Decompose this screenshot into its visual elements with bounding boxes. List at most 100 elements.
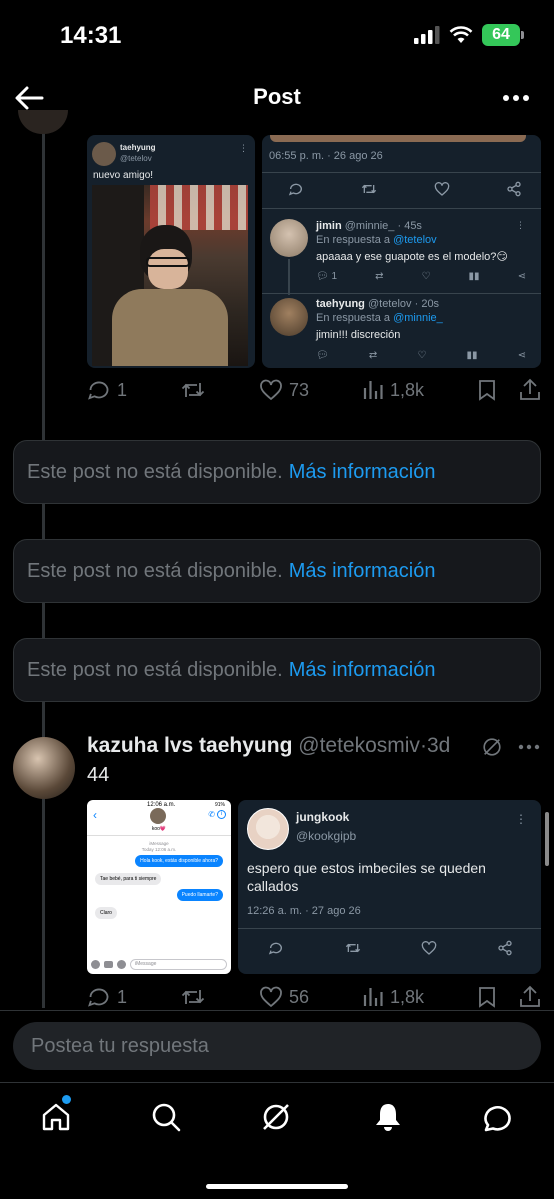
reply-icon[interactable]	[268, 940, 284, 956]
post-text: 44	[87, 764, 110, 786]
unavailable-text: Este post no está disponible.	[27, 658, 283, 681]
post-time: 3d	[426, 734, 451, 757]
imessage-label: iMessage	[149, 841, 169, 846]
more-info-link[interactable]: Más información	[289, 461, 436, 484]
camera-icon	[104, 960, 113, 968]
share-icon[interactable]: ⋖	[518, 350, 526, 361]
bookmark-button[interactable]	[477, 985, 541, 1009]
contact-avatar	[150, 808, 166, 824]
share-icon[interactable]	[519, 378, 541, 402]
notifications-icon[interactable]	[372, 1101, 404, 1133]
reply-mention-link[interactable]: @tetelov	[393, 234, 437, 246]
like-button[interactable]: 56	[259, 985, 309, 1009]
unavailable-text: Este post no está disponible.	[27, 460, 283, 483]
unavailable-post: Este post no está disponible. Más informa…	[13, 638, 541, 702]
appstore-icon	[117, 959, 126, 969]
quoted-post[interactable]: jungkook @kookgipb ⋮ espero que estos im…	[238, 800, 541, 974]
more-options-icon[interactable]	[502, 86, 530, 110]
reply-icon[interactable]	[288, 181, 304, 197]
retweet-button[interactable]	[180, 985, 206, 1009]
like-icon[interactable]: ♡	[422, 271, 431, 282]
retweet-icon[interactable]	[360, 181, 378, 197]
post-actions: 1 56 1,8k	[87, 985, 541, 1009]
quoted-post-image[interactable]: taehyung @tetelov ⋮ nuevo amigo!	[87, 135, 255, 368]
in-reply-prefix: En respuesta a	[316, 234, 390, 246]
author-handle: @tetekosmiv	[298, 734, 420, 757]
more-options-icon[interactable]	[518, 742, 540, 752]
home-icon[interactable]	[40, 1101, 72, 1133]
message-bubble-received: Claro	[95, 907, 117, 919]
back-chevron-icon: ‹	[93, 808, 97, 822]
message-bubble-sent: Puedo llamarte?	[176, 889, 223, 901]
battery-indicator: 64	[482, 24, 524, 46]
more-options-icon[interactable]: ⋮	[515, 812, 527, 826]
more-options-icon[interactable]: ⋮	[516, 220, 525, 231]
reply-thread-line	[288, 259, 290, 295]
reply-handle-time: @minnie_ · 45s	[344, 220, 422, 232]
reply-button[interactable]: 1	[87, 378, 127, 402]
views-icon[interactable]: ▮▮	[469, 271, 480, 282]
imessage-status-time: 12:06 a.m.	[147, 802, 176, 808]
retweet-icon	[181, 383, 205, 397]
more-info-link[interactable]: Más información	[289, 560, 436, 583]
avatar	[92, 142, 116, 166]
share-icon[interactable]	[519, 985, 541, 1009]
photo-strip	[270, 135, 526, 142]
views-icon[interactable]: ▮▮	[466, 350, 477, 361]
share-icon[interactable]	[506, 181, 522, 197]
page-title: Post	[253, 84, 301, 109]
divider	[262, 293, 541, 294]
more-info-link[interactable]: Más información	[289, 659, 436, 682]
grok-icon[interactable]	[481, 736, 503, 758]
scrollbar[interactable]	[545, 812, 549, 866]
messages-icon[interactable]	[482, 1101, 514, 1133]
like-icon[interactable]	[434, 181, 450, 197]
author-name[interactable]: kazuha lvs taehyung	[87, 734, 292, 757]
quoted-post-screenshot[interactable]: 06:55 p. m. · 26 ago 26 jimin @minnie_ ·…	[262, 135, 541, 368]
divider	[262, 172, 541, 173]
unavailable-text: Este post no está disponible.	[27, 559, 283, 582]
like-icon[interactable]: ♡	[417, 350, 426, 361]
reply-input[interactable]: Postea tu respuesta	[13, 1022, 541, 1070]
wifi-icon	[449, 26, 473, 43]
reply-icon[interactable]: 💬︎	[316, 350, 329, 361]
reply-button[interactable]: 1	[87, 985, 127, 1009]
retweet-icon[interactable]	[344, 940, 362, 956]
share-icon[interactable]: ⋖	[518, 271, 526, 282]
quote-timestamp: 12:26 a. m. · 27 ago 26	[247, 905, 361, 917]
avatar[interactable]	[13, 737, 75, 799]
imessage-screenshot[interactable]: 12:06 a.m. 91% ‹ koo💗 ✆ i iMessage Today…	[87, 800, 231, 974]
reply-icon[interactable]: 💬︎ 1	[316, 271, 337, 282]
retweet-button[interactable]	[180, 378, 206, 402]
grok-icon[interactable]	[260, 1101, 292, 1133]
author-handle: @kookgipb	[296, 829, 357, 843]
imessage-date: Today 12:06 a.m.	[141, 847, 177, 852]
more-options-icon[interactable]: ⋮	[239, 143, 248, 154]
reply-icon	[88, 381, 109, 400]
views-icon	[363, 381, 383, 399]
retweet-icon[interactable]: ⇄	[369, 350, 377, 361]
retweet-icon[interactable]: ⇄	[375, 271, 383, 282]
views-button[interactable]: 1,8k	[362, 379, 424, 401]
bookmark-icon	[479, 380, 495, 401]
avatar	[18, 110, 68, 134]
reply-count: 1	[117, 379, 128, 400]
author-name: jungkook	[296, 810, 350, 824]
contact-name: koo💗	[151, 826, 167, 832]
like-icon[interactable]	[421, 940, 437, 956]
post-actions: 1 73 1,8k	[87, 378, 541, 402]
cellular-signal-icon	[414, 26, 440, 44]
message-bubble-sent: Hola kook, estás disponible ahora?	[135, 855, 223, 867]
share-icon[interactable]	[497, 940, 513, 956]
plus-icon	[91, 959, 100, 969]
in-reply-to: En respuesta a @minnie_	[316, 312, 443, 324]
reply-input-placeholder: Postea tu respuesta	[31, 1034, 209, 1057]
search-icon[interactable]	[150, 1101, 182, 1133]
bookmark-button[interactable]	[477, 378, 541, 402]
message-bubble-received: Tae bebé, para ti siempre	[95, 873, 162, 885]
quote-text: espero que estos imbeciles se queden cal…	[247, 860, 486, 894]
like-button[interactable]: 73	[259, 378, 309, 402]
reply-mention-link[interactable]: @minnie_	[393, 312, 443, 324]
reply-author: taehyung	[316, 298, 365, 310]
views-button[interactable]: 1,8k	[362, 986, 424, 1008]
